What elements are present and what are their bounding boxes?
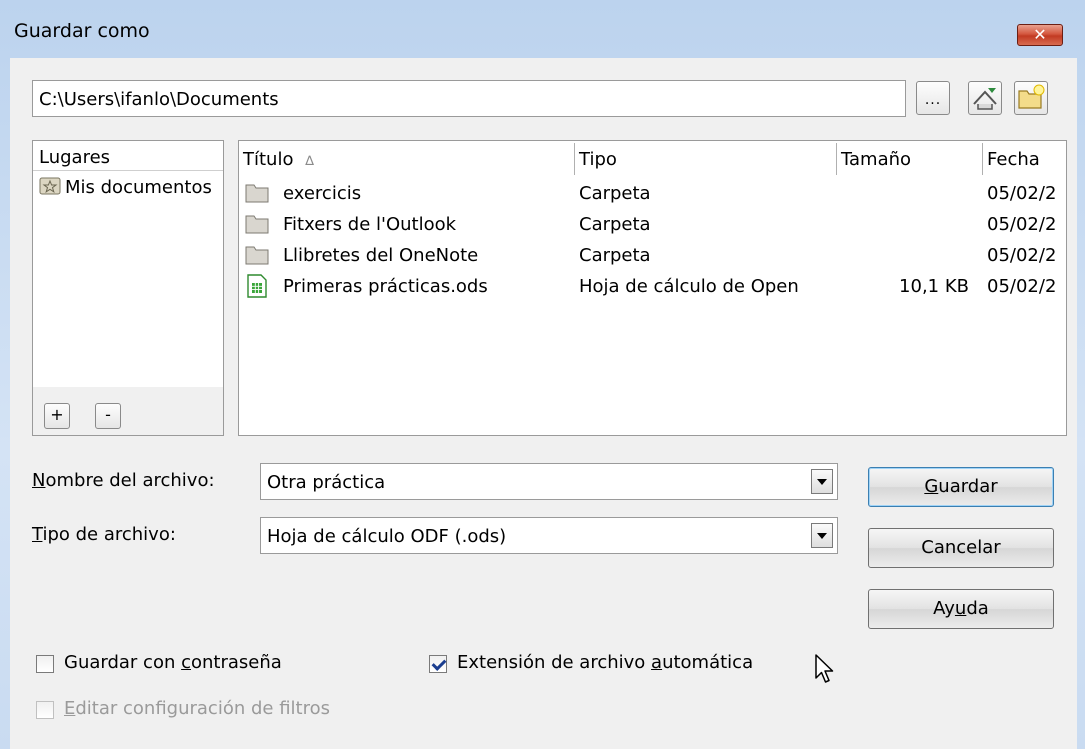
auto-ext-label-pre: Extensión de archivo bbox=[457, 652, 652, 673]
filetype-select[interactable]: Hoja de cálculo ODF (.ods) bbox=[260, 517, 838, 554]
auto-ext-accel: a bbox=[651, 652, 663, 673]
places-panel: Lugares Mis documentos + - bbox=[32, 140, 224, 436]
table-row[interactable]: Llibretes del OneNote Carpeta 05/02/2 bbox=[239, 239, 1066, 271]
file-list: Título ∆ Tipo Tamaño Fecha exercicis Car… bbox=[238, 140, 1067, 436]
folder-icon bbox=[245, 243, 269, 270]
file-type: Carpeta bbox=[579, 214, 651, 235]
filetype-label-text: ipo de archivo: bbox=[42, 524, 176, 545]
file-date: 05/02/2 bbox=[987, 276, 1057, 297]
filter-settings-checkbox-label: Editar configuración de filtros bbox=[64, 698, 330, 719]
dialog-body: C:\Users\ifanlo\Documents ... Lugares Mi… bbox=[10, 58, 1077, 749]
documents-star-icon bbox=[39, 175, 61, 199]
places-item-my-documents[interactable]: Mis documentos bbox=[39, 175, 223, 199]
save-accel: G bbox=[924, 476, 939, 497]
places-header: Lugares bbox=[33, 141, 223, 171]
file-size: 10,1 KB bbox=[899, 276, 969, 297]
column-type-label: Tipo bbox=[579, 149, 617, 170]
file-list-header: Título ∆ Tipo Tamaño Fecha bbox=[239, 141, 1066, 175]
close-button[interactable]: ✕ bbox=[1017, 24, 1063, 46]
remove-place-button[interactable]: - bbox=[95, 403, 121, 429]
help-label-pre: Ay bbox=[933, 598, 955, 619]
file-name: Llibretes del OneNote bbox=[283, 245, 479, 266]
save-button[interactable]: Guardar bbox=[868, 467, 1054, 507]
file-date: 05/02/2 bbox=[987, 214, 1057, 235]
spreadsheet-file-icon bbox=[245, 274, 269, 303]
table-row[interactable]: Primeras prácticas.ods Hoja de cálculo d… bbox=[239, 270, 1066, 303]
column-title-label: Título bbox=[243, 149, 294, 170]
file-name: Primeras prácticas.ods bbox=[283, 276, 488, 297]
column-type[interactable]: Tipo bbox=[575, 143, 837, 175]
column-size-label: Tamaño bbox=[841, 149, 912, 170]
places-item-label: Mis documentos bbox=[65, 177, 212, 198]
title-bar: Guardar como ✕ bbox=[0, 0, 1085, 62]
filename-label: Nombre del archivo: bbox=[32, 470, 215, 491]
up-folder-button[interactable] bbox=[968, 81, 1002, 115]
filters-label-post: ditar configuración de filtros bbox=[75, 698, 330, 719]
folder-icon bbox=[245, 212, 269, 239]
file-type: Carpeta bbox=[579, 183, 651, 204]
file-date: 05/02/2 bbox=[987, 245, 1057, 266]
filename-value: Otra práctica bbox=[267, 472, 386, 493]
file-name: exercicis bbox=[283, 183, 362, 204]
filetype-dropdown-button[interactable] bbox=[811, 523, 833, 548]
browse-button[interactable]: ... bbox=[916, 81, 950, 115]
file-name: Fitxers de l'Outlook bbox=[283, 214, 457, 235]
up-folder-icon bbox=[973, 88, 997, 110]
sort-ascending-icon: ∆ bbox=[305, 154, 314, 169]
auto-extension-checkbox-label: Extensión de archivo automática bbox=[457, 652, 753, 673]
filetype-value: Hoja de cálculo ODF (.ods) bbox=[267, 526, 507, 547]
file-type: Hoja de cálculo de Open bbox=[579, 276, 799, 297]
filetype-label-accel: T bbox=[32, 524, 43, 545]
help-accel: u bbox=[954, 598, 967, 619]
help-button[interactable]: Ayuda bbox=[868, 589, 1054, 629]
column-date[interactable]: Fecha bbox=[983, 143, 1066, 175]
path-input[interactable]: C:\Users\ifanlo\Documents bbox=[32, 80, 906, 117]
filters-accel: E bbox=[64, 698, 76, 719]
filename-dropdown-button[interactable] bbox=[811, 469, 833, 494]
places-footer: + - bbox=[33, 387, 223, 435]
new-folder-button[interactable] bbox=[1014, 81, 1048, 115]
mouse-cursor-icon bbox=[815, 654, 834, 683]
dialog-window: Guardar como ✕ C:\Users\ifanlo\Documents… bbox=[0, 0, 1085, 749]
password-checkbox[interactable] bbox=[36, 655, 54, 673]
password-checkbox-label: Guardar con contraseña bbox=[64, 652, 282, 673]
cancel-button[interactable]: Cancelar bbox=[868, 528, 1054, 568]
file-date: 05/02/2 bbox=[987, 183, 1057, 204]
column-date-label: Fecha bbox=[987, 149, 1040, 170]
new-folder-icon bbox=[1018, 84, 1045, 109]
table-row[interactable]: exercicis Carpeta 05/02/2 bbox=[239, 177, 1066, 209]
folder-icon bbox=[245, 181, 269, 208]
auto-extension-checkbox[interactable] bbox=[429, 655, 447, 673]
password-label-pre: Guardar con bbox=[64, 652, 182, 673]
password-label-post: ontraseña bbox=[191, 652, 282, 673]
help-label-post: da bbox=[966, 598, 989, 619]
add-place-button[interactable]: + bbox=[44, 403, 70, 429]
filter-settings-checkbox[interactable] bbox=[36, 701, 54, 719]
filename-label-text: ombre del archivo: bbox=[45, 470, 215, 491]
column-title[interactable]: Título ∆ bbox=[239, 143, 575, 175]
table-row[interactable]: Fitxers de l'Outlook Carpeta 05/02/2 bbox=[239, 208, 1066, 240]
filename-combobox[interactable]: Otra práctica bbox=[260, 463, 838, 500]
auto-ext-label-post: utomática bbox=[662, 652, 754, 673]
filetype-label: Tipo de archivo: bbox=[32, 524, 176, 545]
save-label: uardar bbox=[938, 476, 998, 497]
filename-label-accel: N bbox=[32, 470, 46, 491]
column-size[interactable]: Tamaño bbox=[837, 143, 983, 175]
dialog-title: Guardar como bbox=[14, 20, 150, 42]
file-type: Carpeta bbox=[579, 245, 651, 266]
password-accel: c bbox=[181, 652, 191, 673]
